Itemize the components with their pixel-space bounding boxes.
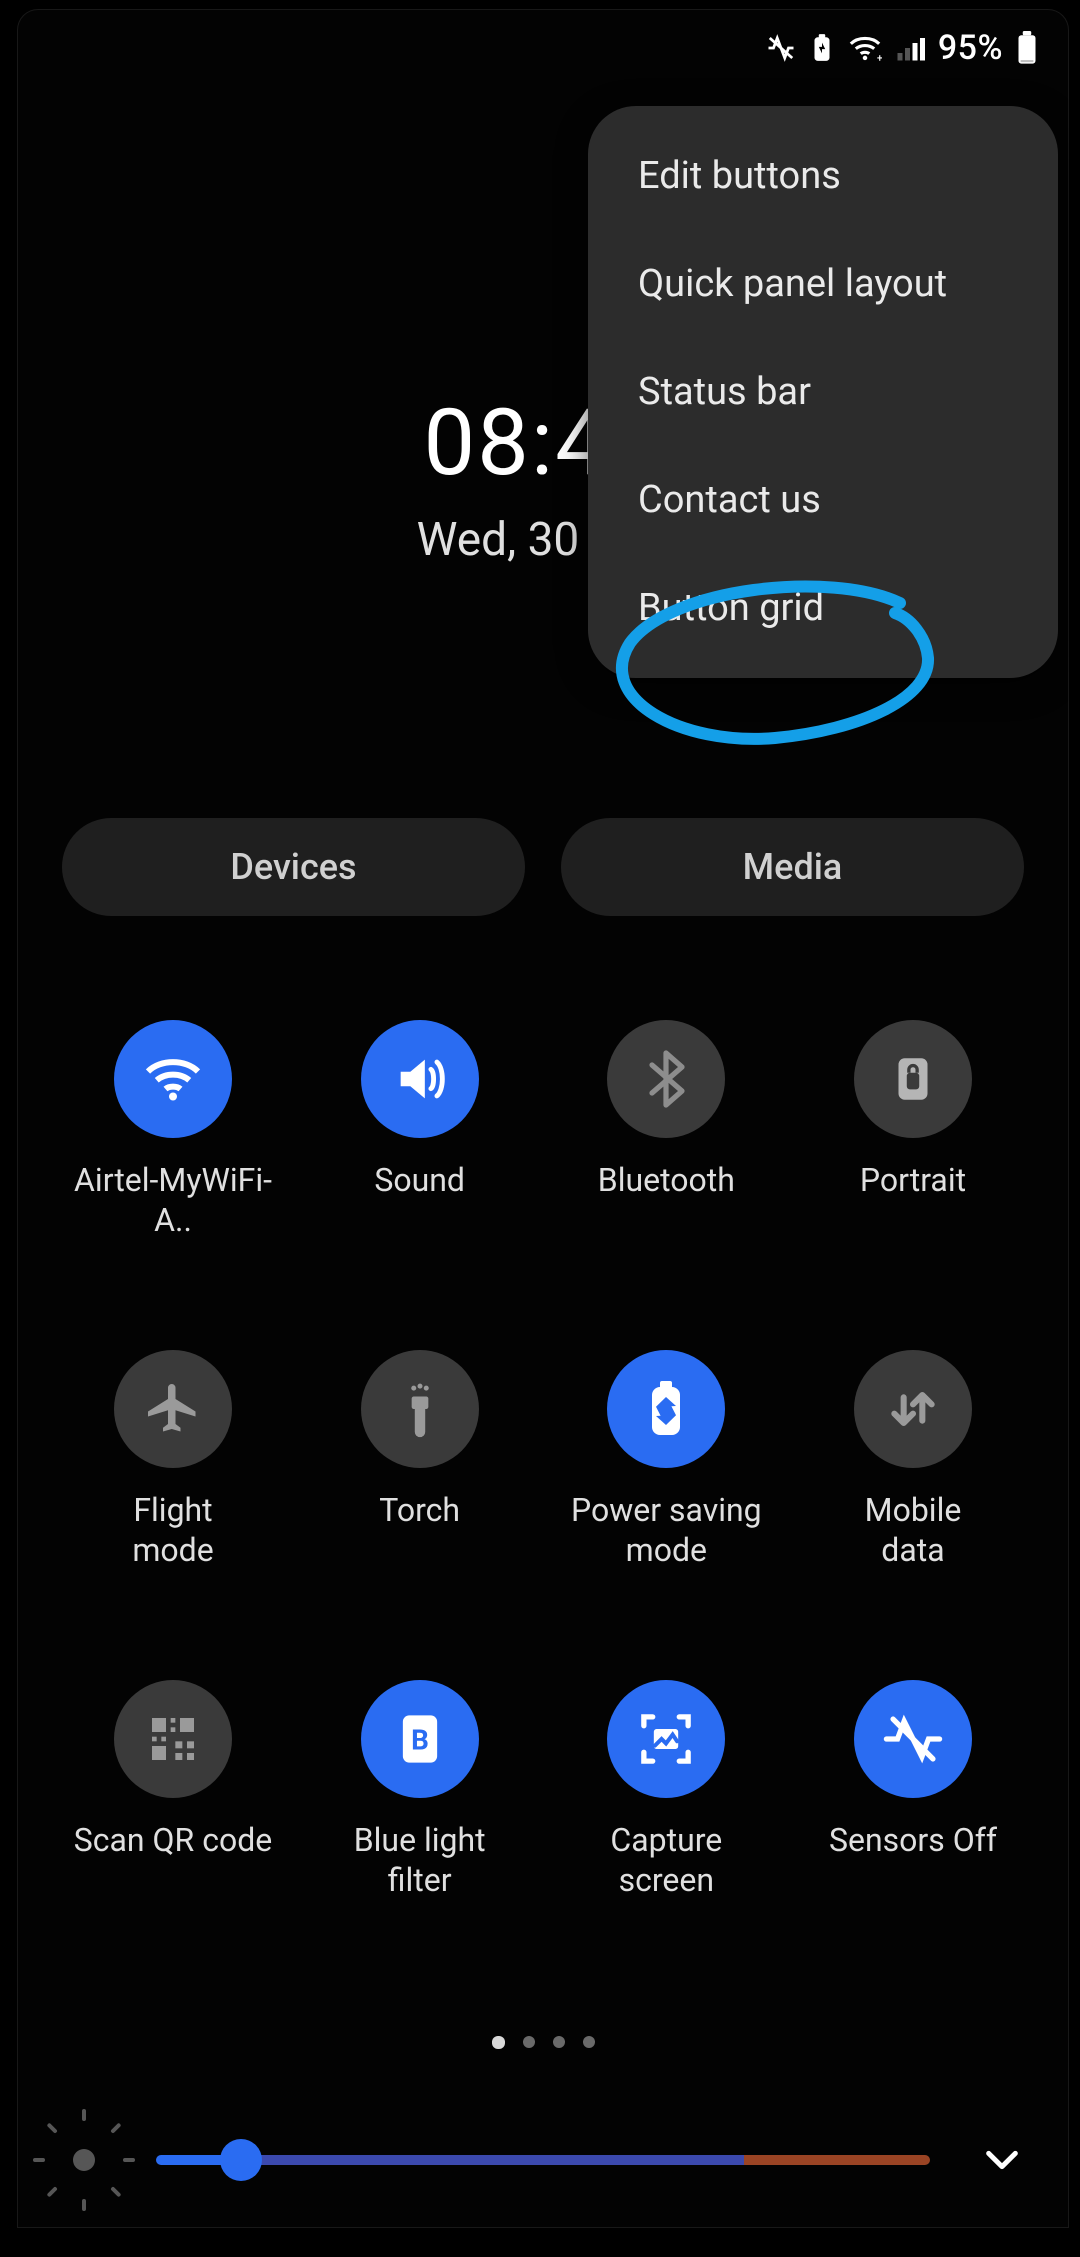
torch-icon <box>361 1350 479 1468</box>
toggle-sensors-off[interactable]: Sensors Off <box>798 1680 1028 1900</box>
toggle-flight-label: Flight mode <box>132 1490 213 1570</box>
menu-edit-buttons-label: Edit buttons <box>638 154 841 198</box>
menu-status-bar[interactable]: Status bar <box>588 338 1058 446</box>
toggle-sound-label: Sound <box>374 1160 465 1200</box>
page-indicator[interactable] <box>18 2036 1068 2049</box>
toggle-bluetooth[interactable]: Bluetooth <box>551 1020 781 1240</box>
battery-percent: 95% <box>938 28 1003 68</box>
menu-quick-panel-layout[interactable]: Quick panel layout <box>588 230 1058 338</box>
media-button[interactable]: Media <box>561 818 1024 916</box>
toggle-qr-scan[interactable]: Scan QR code <box>58 1680 288 1900</box>
notification-panel: + 95% 08:42 <box>18 10 1068 2227</box>
device-root: + 95% 08:42 <box>0 0 1080 2257</box>
devices-label: Devices <box>230 846 356 888</box>
toggle-mobile-data[interactable]: Mobile data <box>798 1350 1028 1570</box>
toggle-power-saving-label: Power saving mode <box>571 1490 762 1570</box>
quick-toggle-grid: Airtel-MyWiFi-A.. Sound <box>18 1020 1068 1900</box>
rotation-lock-icon <box>854 1020 972 1138</box>
expand-brightness-button[interactable] <box>976 2134 1028 2186</box>
toggle-rotation-label: Portrait <box>860 1160 966 1200</box>
capture-screen-icon <box>607 1680 725 1798</box>
qr-icon <box>114 1680 232 1798</box>
page-dot-2 <box>523 2036 535 2048</box>
power-saving-icon <box>607 1350 725 1468</box>
toggle-power-saving[interactable]: Power saving mode <box>551 1350 781 1570</box>
brightness-slider-thumb[interactable] <box>220 2139 262 2181</box>
wifi-toggle-icon <box>114 1020 232 1138</box>
battery-saver-icon <box>809 33 835 63</box>
brightness-slider[interactable] <box>156 2155 930 2165</box>
toggle-capture-label: Capture screen <box>610 1820 722 1900</box>
devices-button[interactable]: Devices <box>62 818 525 916</box>
svg-text:B: B <box>411 1724 429 1757</box>
battery-icon <box>1016 31 1038 65</box>
toggle-row-1: Flight mode Torch <box>58 1350 1028 1570</box>
toggle-row-2: Scan QR code B Blue light filter <box>58 1680 1028 1900</box>
toggle-sensors-off-label: Sensors Off <box>829 1820 997 1860</box>
toggle-sound[interactable]: Sound <box>305 1020 535 1240</box>
pill-row: Devices Media <box>62 818 1024 916</box>
page-dot-1 <box>492 2036 505 2049</box>
brightness-row <box>58 2130 1028 2190</box>
status-bar: + 95% <box>766 20 1038 76</box>
toggle-capture-screen[interactable]: Capture screen <box>551 1680 781 1900</box>
toggle-blue-light[interactable]: B Blue light filter <box>305 1680 535 1900</box>
blue-light-icon: B <box>361 1680 479 1798</box>
bluetooth-toggle-icon <box>607 1020 725 1138</box>
menu-button-grid-label: Button grid <box>638 586 824 630</box>
toggle-torch-label: Torch <box>379 1490 460 1530</box>
toggle-wifi-label: Airtel-MyWiFi-A.. <box>58 1160 288 1240</box>
media-label: Media <box>743 846 843 888</box>
toggle-torch[interactable]: Torch <box>305 1350 535 1570</box>
signal-icon <box>895 33 925 63</box>
airplane-icon <box>114 1350 232 1468</box>
menu-button-grid[interactable]: Button grid <box>588 554 1058 662</box>
toggle-rotation[interactable]: Portrait <box>798 1020 1028 1240</box>
toggle-wifi[interactable]: Airtel-MyWiFi-A.. <box>58 1020 288 1240</box>
activity-icon <box>766 33 796 63</box>
menu-quick-panel-layout-label: Quick panel layout <box>638 262 947 306</box>
wifi-icon: + <box>848 33 882 63</box>
auto-brightness-icon[interactable] <box>58 2134 110 2186</box>
menu-contact-us[interactable]: Contact us <box>588 446 1058 554</box>
toggle-bluetooth-label: Bluetooth <box>598 1160 735 1200</box>
toggle-qr-label: Scan QR code <box>74 1820 272 1860</box>
toggle-blue-light-label: Blue light filter <box>354 1820 486 1900</box>
toggle-flight-mode[interactable]: Flight mode <box>58 1350 288 1570</box>
page-dot-3 <box>553 2036 565 2048</box>
sensors-off-icon <box>854 1680 972 1798</box>
mobile-data-icon <box>854 1350 972 1468</box>
toggle-mobile-data-label: Mobile data <box>865 1490 962 1570</box>
sound-toggle-icon <box>361 1020 479 1138</box>
menu-edit-buttons[interactable]: Edit buttons <box>588 122 1058 230</box>
menu-status-bar-label: Status bar <box>638 370 811 414</box>
page-dot-4 <box>583 2036 595 2048</box>
quick-panel-context-menu: Edit buttons Quick panel layout Status b… <box>588 106 1058 678</box>
svg-text:+: + <box>877 53 882 63</box>
menu-contact-us-label: Contact us <box>638 478 821 522</box>
toggle-row-0: Airtel-MyWiFi-A.. Sound <box>58 1020 1028 1240</box>
